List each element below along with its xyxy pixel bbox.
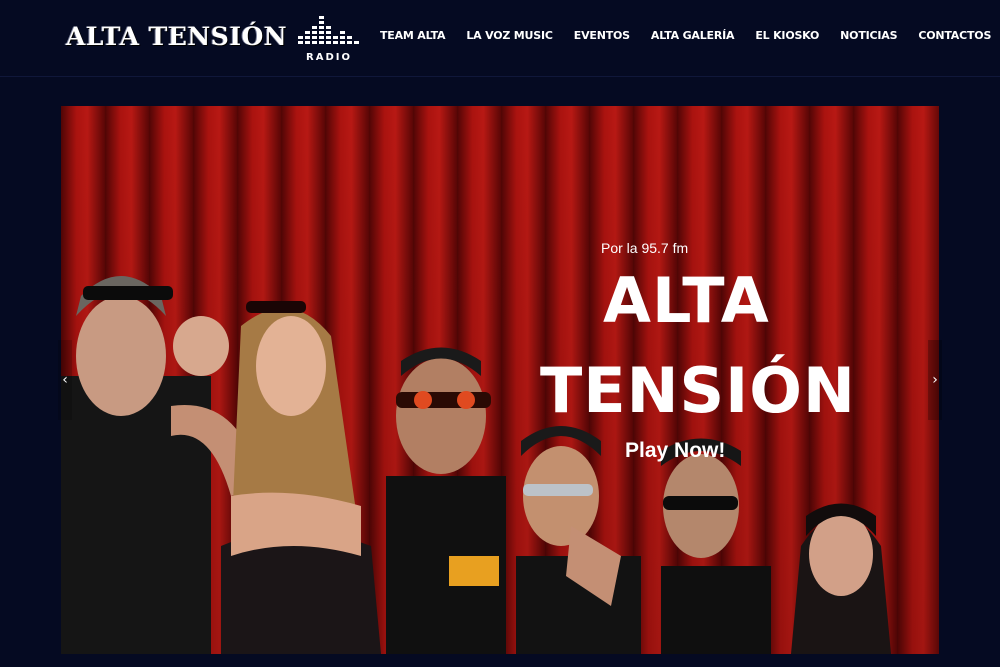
person-6 bbox=[791, 503, 891, 654]
slider-prev-button[interactable]: ‹ bbox=[58, 340, 72, 420]
main-nav: TEAM ALTA LA VOZ MUSIC EVENTOS ALTA GALE… bbox=[380, 29, 1000, 42]
site-logo[interactable]: ALTA TENSIÓN RADIO bbox=[66, 12, 366, 68]
nav-item-alta-galeria[interactable]: ALTA GALERÍA bbox=[651, 29, 735, 42]
person-3 bbox=[386, 347, 506, 654]
nav-item-noticias[interactable]: NOTICIAS bbox=[840, 29, 897, 42]
nav-item-contactos[interactable]: CONTACTOS bbox=[918, 29, 991, 42]
hero-title-line-2: TENSIÓN bbox=[540, 354, 856, 427]
hero-tagline: Por la 95.7 fm bbox=[601, 240, 689, 256]
nav-item-el-kiosko[interactable]: EL KIOSKO bbox=[755, 29, 819, 42]
hero-slider: Por la 95.7 fm ALTA TENSIÓN Play Now! bbox=[61, 106, 939, 654]
nav-item-eventos[interactable]: EVENTOS bbox=[574, 29, 630, 42]
play-now-button[interactable]: Play Now! bbox=[625, 439, 725, 463]
nav-item-la-voz-music[interactable]: LA VOZ MUSIC bbox=[466, 29, 553, 42]
chevron-right-icon: › bbox=[932, 372, 938, 388]
logo-text: ALTA TENSIÓN bbox=[66, 22, 288, 51]
hero-title-line-1: ALTA bbox=[603, 264, 770, 337]
equalizer-bars-icon bbox=[298, 16, 359, 44]
page: ALTA TENSIÓN RADIO TEAM ALTA LA VOZ MUSI… bbox=[0, 0, 1000, 667]
site-header: ALTA TENSIÓN RADIO TEAM ALTA LA VOZ MUSI… bbox=[0, 0, 1000, 77]
logo-subtitle: RADIO bbox=[306, 52, 352, 63]
nav-item-team-alta[interactable]: TEAM ALTA bbox=[380, 29, 446, 42]
chevron-left-icon: ‹ bbox=[62, 372, 68, 388]
slider-next-button[interactable]: › bbox=[928, 340, 942, 420]
